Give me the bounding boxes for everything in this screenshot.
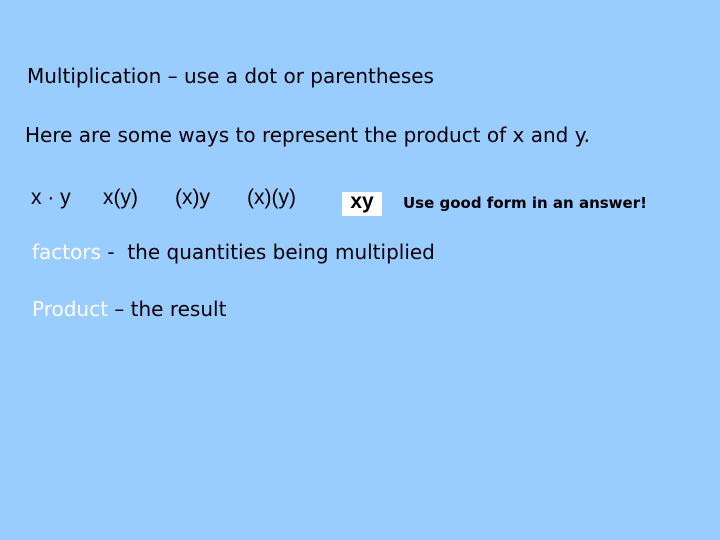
definition-text: the result bbox=[130, 297, 227, 321]
definition-product: Product – the result bbox=[32, 297, 226, 321]
notation-paren-y: x(y) bbox=[103, 186, 138, 209]
slide: Multiplication – use a dot or parenthese… bbox=[0, 0, 720, 540]
slide-title: Multiplication – use a dot or parenthese… bbox=[27, 64, 434, 88]
definition-text: the quantities being multiplied bbox=[127, 240, 435, 264]
good-form-tip: Use good form in an answer! bbox=[403, 194, 647, 212]
notation-dot: x · y bbox=[31, 186, 71, 209]
term-product: Product bbox=[32, 297, 108, 321]
preferred-form-box: xy bbox=[342, 191, 382, 216]
definition-separator: – bbox=[107, 297, 131, 321]
notation-paren-both: (x)(y) bbox=[247, 186, 296, 209]
definition-separator: - bbox=[101, 240, 128, 264]
intro-text: Here are some ways to represent the prod… bbox=[25, 123, 591, 147]
definition-factors: factors - the quantities being multiplie… bbox=[32, 240, 435, 264]
notation-paren-x: (x)y bbox=[175, 186, 210, 209]
term-factors: factors bbox=[32, 240, 102, 264]
